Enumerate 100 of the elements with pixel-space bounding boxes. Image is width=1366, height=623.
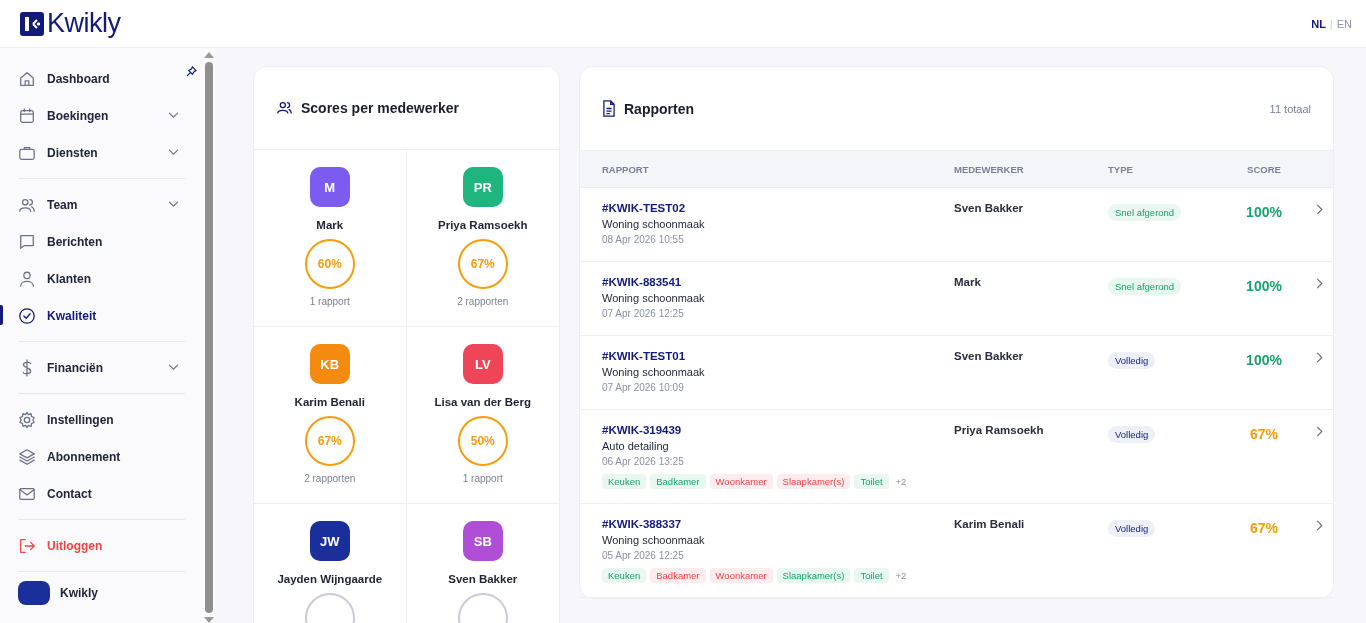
type-badge: Volledig (1108, 352, 1156, 369)
logout-icon (18, 536, 36, 555)
room-tag: Badkamer (650, 568, 706, 583)
language-separator: | (1329, 17, 1333, 30)
report-date: 05 Apr 2026 12:25 (602, 550, 685, 561)
score-ring: 60% (304, 239, 355, 289)
service-name: Woning schoonmaak (602, 366, 706, 378)
report-date: 07 Apr 2026 10:09 (602, 382, 685, 393)
type-badge: Snel afgerond (1108, 204, 1182, 221)
service-name: Woning schoonmaak (602, 292, 706, 304)
logo-mark-icon (20, 11, 44, 36)
room-tag: Woonkamer (709, 474, 773, 489)
report-row[interactable]: #KWIK-TEST01 Woning schoonmaak 07 Apr 2026 10:09 Sven Bakker Volledig 100% (580, 336, 1333, 410)
initials-avatar: SB (462, 521, 503, 561)
nav-item[interactable]: Berichten (18, 223, 203, 260)
employee-name: Mark (316, 219, 344, 231)
report-row[interactable]: #KWIK-883541 Woning schoonmaak 07 Apr 2026 12:25 Mark Snel afgerond 100% (580, 262, 1333, 336)
type-badge: Snel afgerond (1108, 278, 1182, 295)
nav-item[interactable]: Team (18, 186, 203, 223)
report-id: #KWIK-388337 (602, 518, 683, 530)
report-count: 2 rapporten (304, 473, 356, 484)
initials-avatar: PR (462, 167, 503, 207)
report-date: 07 Apr 2026 12:25 (602, 308, 685, 319)
report-count: 1 rapport (462, 473, 503, 484)
chevron-right-icon (1316, 426, 1323, 437)
column-header: MEDEWERKER (954, 163, 1025, 175)
scroll-down-icon[interactable] (204, 617, 214, 623)
total-count: 11 totaal (1269, 102, 1311, 115)
room-tag: Keuken (602, 474, 647, 489)
report-id: #KWIK-TEST02 (602, 202, 687, 214)
card-title: Scores per medewerker (301, 100, 459, 116)
nav-item[interactable]: Abonnement (18, 438, 203, 475)
employee-card[interactable]: SB Sven Bakker (406, 504, 559, 623)
pin-icon[interactable] (186, 66, 197, 77)
nav-item[interactable]: Boekingen (18, 97, 203, 134)
service-name: Auto detailing (602, 440, 670, 452)
score-value: 100% (1246, 204, 1282, 220)
employee-card[interactable]: JW Jayden Wijngaarde (254, 504, 407, 623)
type-badge: Volledig (1108, 426, 1156, 443)
layers-icon (18, 447, 36, 466)
column-header: TYPE (1108, 163, 1134, 175)
account-avatar (18, 581, 50, 605)
room-tag: Toilet (854, 568, 889, 583)
score-ring: 67% (304, 416, 355, 466)
nav-item[interactable]: Dashboard (18, 60, 203, 97)
column-header: SCORE (1247, 163, 1281, 175)
score-value: 100% (1246, 278, 1282, 294)
employee-card[interactable]: PR Priya Ramsoekh 67% 2 rapporten (406, 150, 559, 327)
report-row[interactable]: #KWIK-319439 Auto detailing 06 Apr 2026 13:25 Keuken Badkamer Woonkamer Slaapkamer(s) Toilet +2 Priya Ramsoekh Volledig 67% (580, 410, 1333, 504)
employee-name: Mark (954, 276, 982, 288)
room-tag: Slaapkamer(s) (776, 568, 851, 583)
nav-item[interactable]: Instellingen (18, 401, 203, 438)
nav-item[interactable]: Contact (18, 475, 203, 512)
logo-text: Kwikly (47, 8, 121, 39)
room-tag: Toilet (854, 474, 889, 489)
column-header: RAPPORT (602, 163, 650, 175)
chat-icon (18, 232, 36, 251)
employee-name: Priya Ramsoekh (438, 219, 528, 231)
scroll-up-icon[interactable] (204, 52, 214, 58)
chevron-right-icon (1316, 520, 1323, 531)
report-count: 1 rapport (309, 296, 350, 307)
type-badge: Volledig (1108, 520, 1156, 537)
report-date: 06 Apr 2026 13:25 (602, 456, 685, 467)
document-icon (602, 100, 616, 117)
score-ring: 67% (457, 239, 508, 289)
employee-card[interactable]: LV Lisa van der Berg 50% 1 rapport (406, 327, 559, 504)
users-icon (276, 99, 293, 117)
calendar-icon (18, 106, 36, 125)
employee-name: Priya Ramsoekh (954, 424, 1045, 436)
report-id: #KWIK-TEST01 (602, 350, 687, 362)
card-title: Rapporten (624, 100, 694, 117)
more-count: +2 (895, 476, 907, 487)
nav-item[interactable]: Financiën (18, 349, 203, 386)
room-tag: Slaapkamer(s) (776, 474, 851, 489)
nav-item[interactable]: Klanten (18, 260, 203, 297)
report-row[interactable]: #KWIK-388337 Woning schoonmaak 05 Apr 2026 12:25 Keuken Badkamer Woonkamer Slaapkamer(s) Toilet +2 Karim Benali Volledig 67% (580, 504, 1333, 598)
employee-name: Karim Benali (294, 396, 365, 408)
initials-avatar: KB (309, 344, 350, 384)
initials-avatar: JW (309, 521, 350, 561)
employee-name: Sven Bakker (954, 350, 1025, 362)
home-icon (18, 69, 36, 88)
user-icon (18, 269, 36, 288)
score-ring: 50% (457, 416, 508, 466)
report-id: #KWIK-319439 (602, 424, 683, 436)
language-link[interactable]: NL (1311, 17, 1326, 30)
initials-avatar: M (309, 167, 350, 207)
chevron-right-icon (1316, 204, 1323, 215)
room-tag: Badkamer (650, 474, 706, 489)
employee-card[interactable]: KB Karim Benali 67% 2 rapporten (254, 327, 407, 504)
employee-name: Karim Benali (954, 518, 1026, 530)
report-row[interactable]: #KWIK-TEST02 Woning schoonmaak 08 Apr 2026 10:55 Sven Bakker Snel afgerond 100% (580, 188, 1333, 262)
service-name: Woning schoonmaak (602, 218, 706, 230)
employee-card[interactable]: M Mark 60% 1 rapport (254, 150, 407, 327)
nav-item[interactable]: Diensten (18, 134, 203, 171)
nav-item[interactable]: Uitloggen (18, 527, 203, 564)
initials-avatar: LV (462, 344, 503, 384)
room-tag: Woonkamer (709, 568, 773, 583)
check-icon (18, 306, 36, 325)
score-value: 100% (1246, 352, 1282, 368)
score-value: 67% (1250, 520, 1278, 536)
